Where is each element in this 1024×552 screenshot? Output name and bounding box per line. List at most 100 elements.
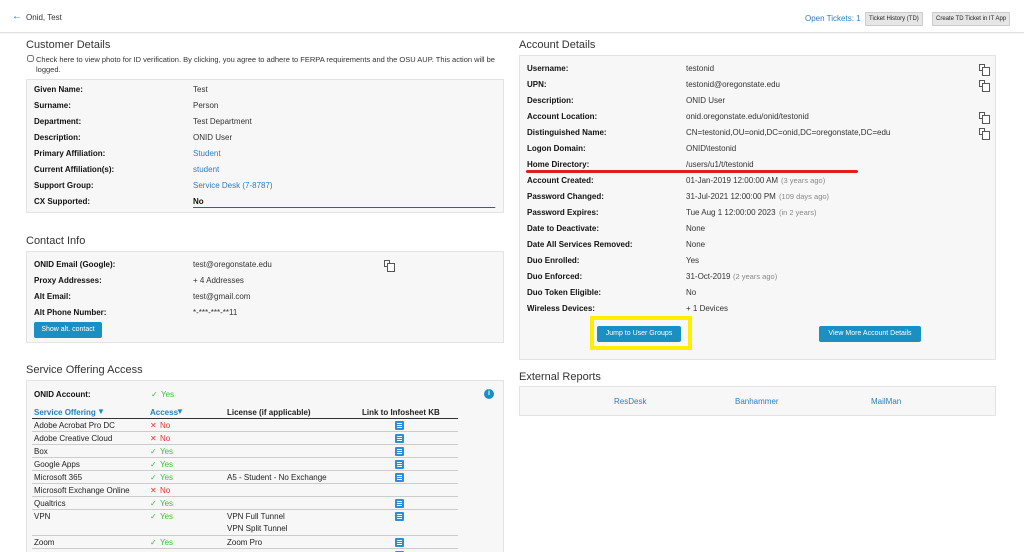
copy-icon[interactable] bbox=[384, 260, 395, 272]
copy-icon[interactable] bbox=[979, 80, 990, 92]
col-service-offering[interactable]: Service Offering bbox=[34, 408, 96, 417]
infosheet-kb-icon[interactable] bbox=[395, 512, 404, 521]
account-field-value: CN=testonid,OU=onid,DC=onid,DC=oregonsta… bbox=[686, 128, 891, 137]
check-icon: ✓ bbox=[150, 460, 157, 469]
infosheet-kb-icon[interactable] bbox=[395, 421, 404, 430]
account-field-value: onid.oregonstate.edu/onid/testonid bbox=[686, 112, 809, 121]
table-row: Microsoft 365 ✓ Yes A5 - Student - No Excha… bbox=[32, 471, 458, 484]
arrow-left-icon[interactable]: ← bbox=[12, 12, 22, 22]
copy-icon[interactable] bbox=[979, 128, 990, 140]
customer-field-label: Description: bbox=[34, 133, 81, 142]
table-row: VPN ✓ Yes VPN Full Tunnel VPN Split Tunnel bbox=[32, 510, 458, 536]
contact-field-label: Alt Email: bbox=[34, 292, 71, 301]
customer-field-label: Given Name: bbox=[34, 85, 83, 94]
check-icon: ✓ bbox=[150, 473, 157, 482]
service-license: A5 - Student - No Exchange bbox=[227, 473, 327, 482]
customer-field-label: CX Supported: bbox=[34, 197, 90, 206]
customer-field-value[interactable]: Service Desk (7-8787) bbox=[193, 181, 273, 190]
account-field-value: No bbox=[686, 288, 697, 297]
filter-icon[interactable]: ▼ bbox=[176, 407, 184, 416]
service-name: Adobe Acrobat Pro DC bbox=[34, 421, 115, 430]
customer-field-value[interactable]: student bbox=[193, 165, 219, 174]
service-access: Yes bbox=[160, 512, 174, 521]
account-field-value: + 1 Devices bbox=[686, 304, 729, 313]
table-row: Microsoft Exchange Online ✕ No bbox=[32, 484, 458, 497]
service-license: VPN Split Tunnel bbox=[227, 524, 288, 533]
service-name: Google Apps bbox=[34, 460, 80, 469]
red-underline bbox=[526, 170, 858, 173]
service-access: Yes bbox=[160, 499, 174, 508]
table-row: Adobe Creative Cloud ✕ No bbox=[32, 432, 458, 445]
account-field-value: None bbox=[686, 224, 706, 233]
service-name: Zoom bbox=[34, 538, 55, 547]
info-icon[interactable]: i bbox=[484, 389, 494, 399]
service-name: Box bbox=[34, 447, 48, 456]
account-field-value: Yes bbox=[686, 256, 700, 265]
customer-field-label: Support Group: bbox=[34, 181, 94, 190]
infosheet-kb-icon[interactable] bbox=[395, 473, 404, 482]
ticket-history-button[interactable]: Ticket History (TD) bbox=[865, 12, 923, 26]
contact-field-value: *-***-***-**11 bbox=[193, 308, 238, 317]
service-name: Adobe Creative Cloud bbox=[34, 434, 113, 443]
table-row: Zoom ✓ Yes Zoom Pro bbox=[32, 536, 458, 549]
contact-field-label: Alt Phone Number: bbox=[34, 308, 107, 317]
report-link-banhammer[interactable]: Banhammer bbox=[735, 397, 779, 406]
customer-field-label: Current Affiliation(s): bbox=[34, 165, 115, 174]
account-field-value: Tue Aug 1 12:00:00 2023 bbox=[686, 208, 776, 217]
account-field-value: 01-Jan-2019 12:00:00 AM bbox=[686, 176, 779, 185]
account-field-label: Date All Services Removed: bbox=[527, 240, 633, 249]
customer-field-value: Test bbox=[193, 85, 208, 94]
report-link-resdesk[interactable]: ResDesk bbox=[614, 397, 646, 406]
account-field-label: Duo Enrolled: bbox=[527, 256, 580, 265]
account-field-value: ONID\testonid bbox=[686, 144, 737, 153]
check-icon: ✓ bbox=[150, 499, 157, 508]
view-more-account-details-button[interactable]: View More Account Details bbox=[819, 326, 921, 342]
customer-field-label: Surname: bbox=[34, 101, 71, 110]
show-alt-contact-button[interactable]: Show alt. contact bbox=[34, 322, 102, 338]
account-field-label: Account Created: bbox=[527, 176, 594, 185]
check-icon: ✓ bbox=[150, 447, 157, 456]
service-license: Zoom Pro bbox=[227, 538, 263, 547]
account-field-value: /users/u1/t/testonid bbox=[686, 160, 754, 169]
infosheet-kb-icon[interactable] bbox=[395, 447, 404, 456]
service-name: Microsoft Exchange Online bbox=[34, 486, 130, 495]
contact-info-title: Contact Info bbox=[26, 235, 86, 247]
open-tickets-link[interactable]: Open Tickets: 1 bbox=[805, 14, 861, 23]
table-row: Box ✓ Yes bbox=[32, 445, 458, 458]
customer-field-value: Test Department bbox=[193, 117, 252, 126]
account-details-title: Account Details bbox=[519, 39, 596, 51]
service-table-header: Service Offering ▼ Access ▼ License (if … bbox=[32, 406, 458, 419]
infosheet-kb-icon[interactable] bbox=[395, 434, 404, 443]
contact-field-value[interactable]: + 4 Addresses bbox=[193, 276, 244, 285]
customer-field-value: Person bbox=[193, 101, 219, 110]
infosheet-kb-icon[interactable] bbox=[395, 460, 404, 469]
photo-consent-checkbox[interactable] bbox=[27, 55, 34, 62]
account-field-note: (3 years ago) bbox=[781, 176, 826, 185]
create-ticket-button[interactable]: Create TD Ticket in IT App bbox=[932, 12, 1011, 26]
cross-icon: ✕ bbox=[150, 486, 157, 495]
infosheet-kb-icon[interactable] bbox=[395, 499, 404, 508]
service-access: Yes bbox=[160, 538, 174, 547]
infosheet-kb-icon[interactable] bbox=[395, 538, 404, 547]
copy-icon[interactable] bbox=[979, 112, 990, 124]
customer-field-value: ONID User bbox=[193, 133, 233, 142]
report-link-mailman[interactable]: MailMan bbox=[871, 397, 901, 406]
customer-field-value: No bbox=[193, 197, 204, 206]
service-access: No bbox=[160, 486, 171, 495]
onid-account-label: ONID Account: bbox=[34, 390, 91, 399]
onid-account-value: Yes bbox=[161, 390, 175, 399]
cross-icon: ✕ bbox=[150, 421, 157, 430]
jump-to-user-groups-button[interactable]: Jump to User Groups bbox=[597, 326, 681, 342]
account-field-label: Wireless Devices: bbox=[527, 304, 595, 313]
account-field-label: Duo Token Eligible: bbox=[527, 288, 602, 297]
col-access[interactable]: Access bbox=[150, 408, 178, 417]
filter-icon[interactable]: ▼ bbox=[97, 407, 105, 416]
customer-field-value[interactable]: Student bbox=[193, 149, 221, 158]
copy-icon[interactable] bbox=[979, 64, 990, 76]
service-name: Qualtrics bbox=[34, 499, 66, 508]
check-icon: ✓ bbox=[150, 538, 157, 547]
contact-field-label: ONID Email (Google): bbox=[34, 260, 116, 269]
account-field-note: (in 2 years) bbox=[779, 208, 817, 217]
service-name: Microsoft 365 bbox=[34, 473, 83, 482]
account-field-label: Distinguished Name: bbox=[527, 128, 607, 137]
